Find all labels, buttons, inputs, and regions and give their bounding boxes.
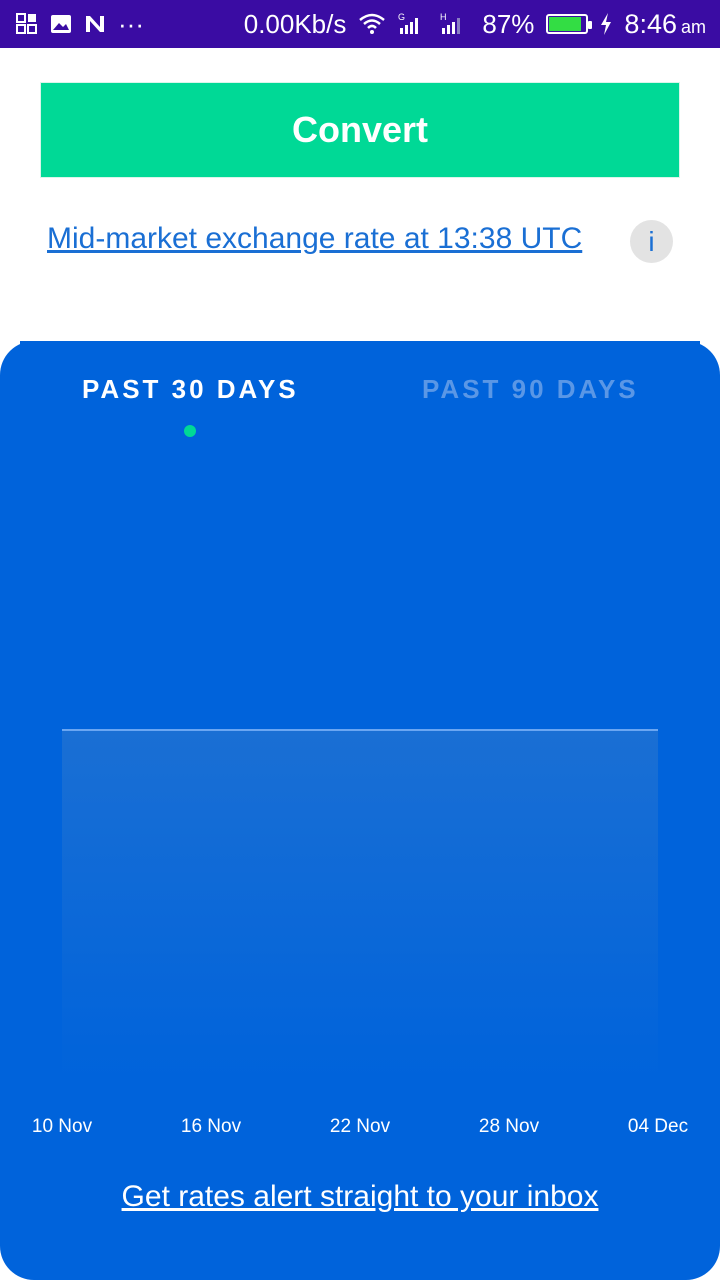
tab-past-90-days[interactable]: PAST 90 DAYS xyxy=(422,374,639,405)
n-app-icon xyxy=(84,14,106,34)
more-notifications: ··· xyxy=(118,8,144,39)
signal-icon: G xyxy=(398,12,428,36)
clock: 8:46 am xyxy=(624,9,706,40)
x-tick-label: 16 Nov xyxy=(180,1116,242,1137)
rates-alert-link[interactable]: Get rates alert straight to your inbox xyxy=(122,1180,599,1214)
battery-fill xyxy=(549,17,581,31)
x-tick-label: 28 Nov xyxy=(478,1116,540,1137)
notification-grid-icon xyxy=(16,13,38,35)
info-icon[interactable]: i xyxy=(630,220,673,263)
clock-time: 8:46 xyxy=(624,8,677,39)
x-tick-label: 10 Nov xyxy=(31,1116,93,1137)
tab-past-30-days[interactable]: PAST 30 DAYS xyxy=(82,374,299,405)
status-bar-left: ··· xyxy=(16,9,144,40)
status-bar: ··· 0.00Kb/s G H 87% 8:46 am xyxy=(0,0,720,48)
rate-chart-card xyxy=(0,341,720,1280)
x-tick-label: 22 Nov xyxy=(329,1116,391,1137)
battery-icon xyxy=(546,14,593,34)
status-bar-right: 0.00Kb/s G H 87% 8:46 am xyxy=(244,9,706,40)
wifi-icon xyxy=(358,13,386,35)
sim1-label: G xyxy=(398,12,405,22)
x-tick-label: 04 Dec xyxy=(627,1116,689,1137)
sim2-label: H xyxy=(440,12,447,22)
mid-market-rate-link[interactable]: Mid-market exchange rate at 13:38 UTC xyxy=(47,222,582,256)
card-top-edge xyxy=(20,341,700,351)
convert-button[interactable]: Convert xyxy=(40,82,680,178)
image-icon xyxy=(50,14,72,34)
network-speed: 0.00Kb/s xyxy=(243,8,347,39)
active-tab-indicator xyxy=(184,425,196,437)
battery-percent: 87% xyxy=(482,8,535,39)
signal-icon: H xyxy=(440,12,470,36)
charging-icon xyxy=(600,13,612,35)
clock-ampm: am xyxy=(680,16,706,37)
